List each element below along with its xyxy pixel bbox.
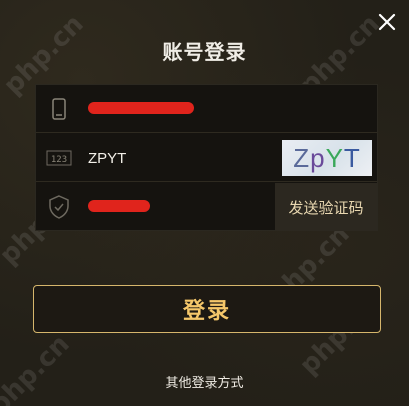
close-icon[interactable]	[375, 10, 399, 34]
login-button[interactable]: 登录	[33, 285, 381, 333]
captcha-image[interactable]: Z p Y T	[282, 140, 372, 176]
login-form: 123 Z p Y T 发送验证码	[35, 84, 378, 231]
shield-icon	[44, 192, 74, 222]
sms-code-field-redacted[interactable]	[88, 200, 150, 212]
phone-row	[36, 85, 377, 133]
phone-icon	[44, 94, 74, 124]
other-login-link[interactable]: 其他登录方式	[0, 372, 409, 391]
dialog-title: 账号登录	[162, 40, 247, 64]
captcha-input[interactable]	[88, 146, 268, 170]
captcha-char: T	[343, 142, 361, 173]
send-code-button[interactable]: 发送验证码	[275, 183, 377, 231]
watermark: php.cn	[0, 329, 76, 406]
captcha-123-icon: 123	[44, 143, 74, 173]
captcha-row: 123 Z p Y T	[36, 134, 377, 182]
svg-text:123: 123	[51, 155, 67, 165]
login-dialog: php.cn php.cn php.cn php.cn php.cn php.c…	[0, 0, 409, 406]
captcha-char: Z	[293, 142, 311, 173]
captcha-char: p	[310, 142, 326, 173]
sms-code-row: 发送验证码	[36, 183, 377, 231]
phone-field-redacted[interactable]	[88, 102, 194, 114]
captcha-char: Y	[325, 142, 344, 173]
